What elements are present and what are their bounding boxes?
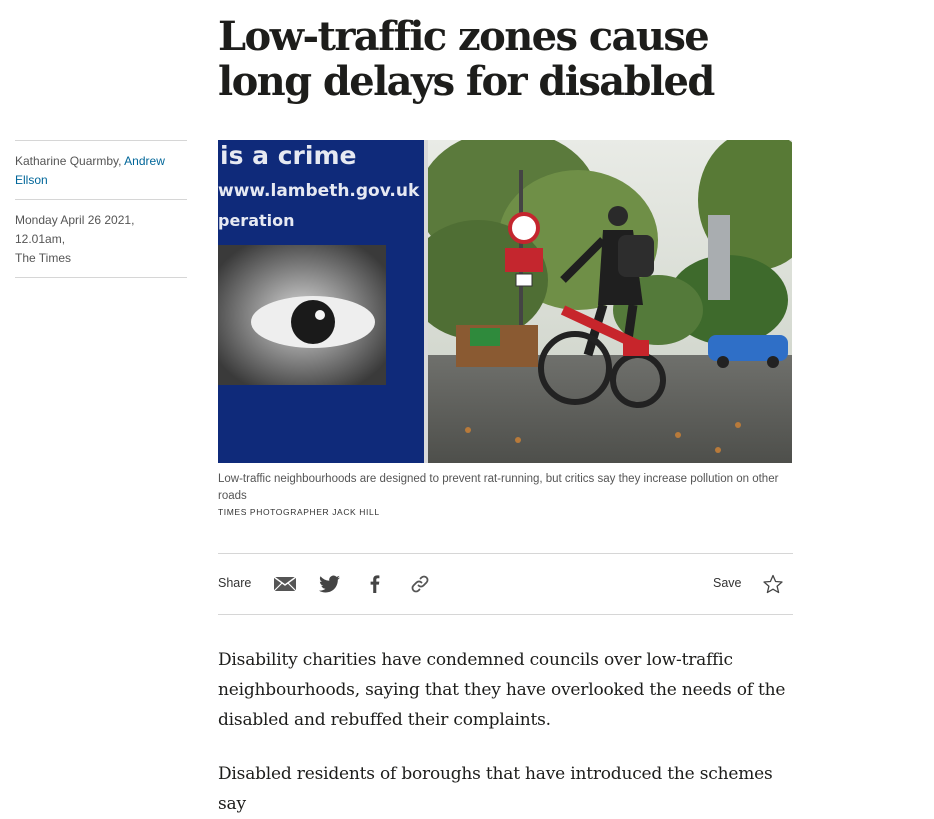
publication-name: The Times [15, 251, 72, 265]
article-paragraph: Disabled residents of boroughs that have… [218, 764, 773, 814]
facebook-icon[interactable] [363, 573, 387, 595]
poster-text-3: peration [218, 211, 295, 230]
date-block: Monday April 26 2021, 12.01am, The Times [15, 199, 187, 278]
save-button[interactable]: Save [713, 576, 742, 590]
email-icon[interactable] [273, 573, 297, 595]
publish-date: Monday April 26 2021, 12.01am, [15, 213, 135, 246]
byline: Katharine Quarmby, Andrew Ellson Monday … [15, 140, 187, 278]
link-icon[interactable] [408, 573, 432, 595]
article-paragraph: Disability charities have condemned coun… [218, 650, 786, 730]
author-name: Katharine Quarmby, [15, 154, 125, 168]
poster-text-1: is a crime [220, 141, 356, 170]
article-headline: Low-traffic zones cause long delays for … [218, 13, 715, 105]
poster-text-2: www.lambeth.gov.uk [218, 181, 420, 201]
article-photo: is a crime www.lambeth.gov.uk peration [218, 140, 792, 463]
author-block: Katharine Quarmby, Andrew Ellson [15, 140, 187, 199]
photo-caption: Low-traffic neighbourhoods are designed … [218, 473, 779, 502]
twitter-icon[interactable] [318, 573, 342, 595]
share-label: Share [218, 576, 252, 590]
star-icon[interactable] [761, 573, 785, 595]
share-bar: Share Save [218, 553, 793, 615]
photo-credit: TIMES PHOTOGRAPHER JACK HILL [218, 507, 380, 517]
